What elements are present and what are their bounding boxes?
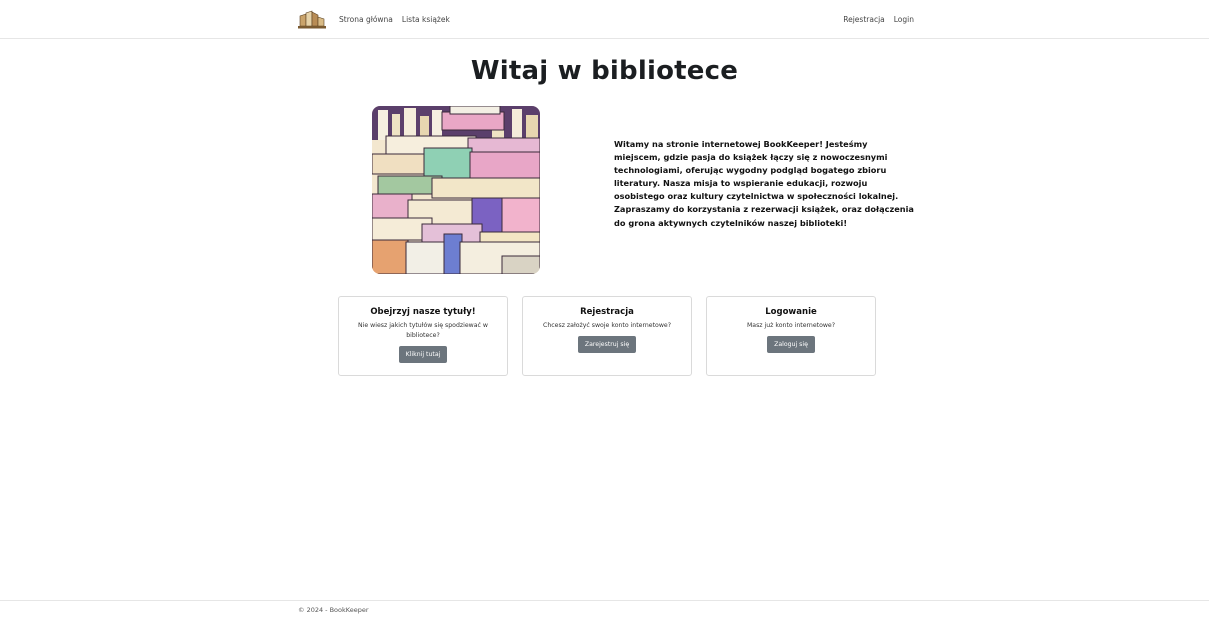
- nav-link-register[interactable]: Rejestracja: [843, 15, 885, 24]
- nav-link-book-list[interactable]: Lista książek: [402, 15, 450, 24]
- card-browse-titles: Obejrzyj nasze tytuły! Nie wiesz jakich …: [338, 296, 508, 376]
- top-navbar: Strona główna Lista książek Rejestracja …: [0, 0, 1209, 39]
- footer-copyright: © 2024 - BookKeeper: [298, 606, 369, 614]
- click-here-button[interactable]: Kliknij tutaj: [398, 346, 448, 363]
- card-text: Nie wiesz jakich tytułów się spodziewać …: [358, 322, 488, 339]
- register-button[interactable]: Zarejestruj się: [577, 336, 637, 353]
- navbar-container: Strona główna Lista książek Rejestracja …: [297, 0, 914, 38]
- footer: © 2024 - BookKeeper: [0, 600, 1209, 620]
- nav-link-home[interactable]: Strona główna: [339, 15, 393, 24]
- navbar-right: Rejestracja Login: [834, 15, 914, 24]
- card-text: Chcesz założyć swoje konto internetowe?: [543, 322, 671, 329]
- card-title: Obejrzyj nasze tytuły!: [370, 307, 476, 317]
- intro-paragraph: Witamy na stronie internetowej BookKeepe…: [614, 139, 914, 228]
- card-title: Rejestracja: [580, 307, 634, 317]
- login-button[interactable]: Zaloguj się: [767, 336, 815, 353]
- stacked-books-illustration: [372, 106, 540, 274]
- books-logo-icon[interactable]: [297, 8, 327, 30]
- card-login: Logowanie Masz już konto internetowe? Za…: [706, 296, 876, 376]
- card-title: Logowanie: [765, 307, 817, 317]
- navbar-left: Strona główna Lista książek: [297, 8, 459, 30]
- card-text: Masz już konto internetowe?: [746, 322, 836, 329]
- page-title: Witaj w bibliotece: [470, 56, 739, 86]
- nav-link-login[interactable]: Login: [894, 15, 914, 24]
- card-registration: Rejestracja Chcesz założyć swoje konto i…: [522, 296, 692, 376]
